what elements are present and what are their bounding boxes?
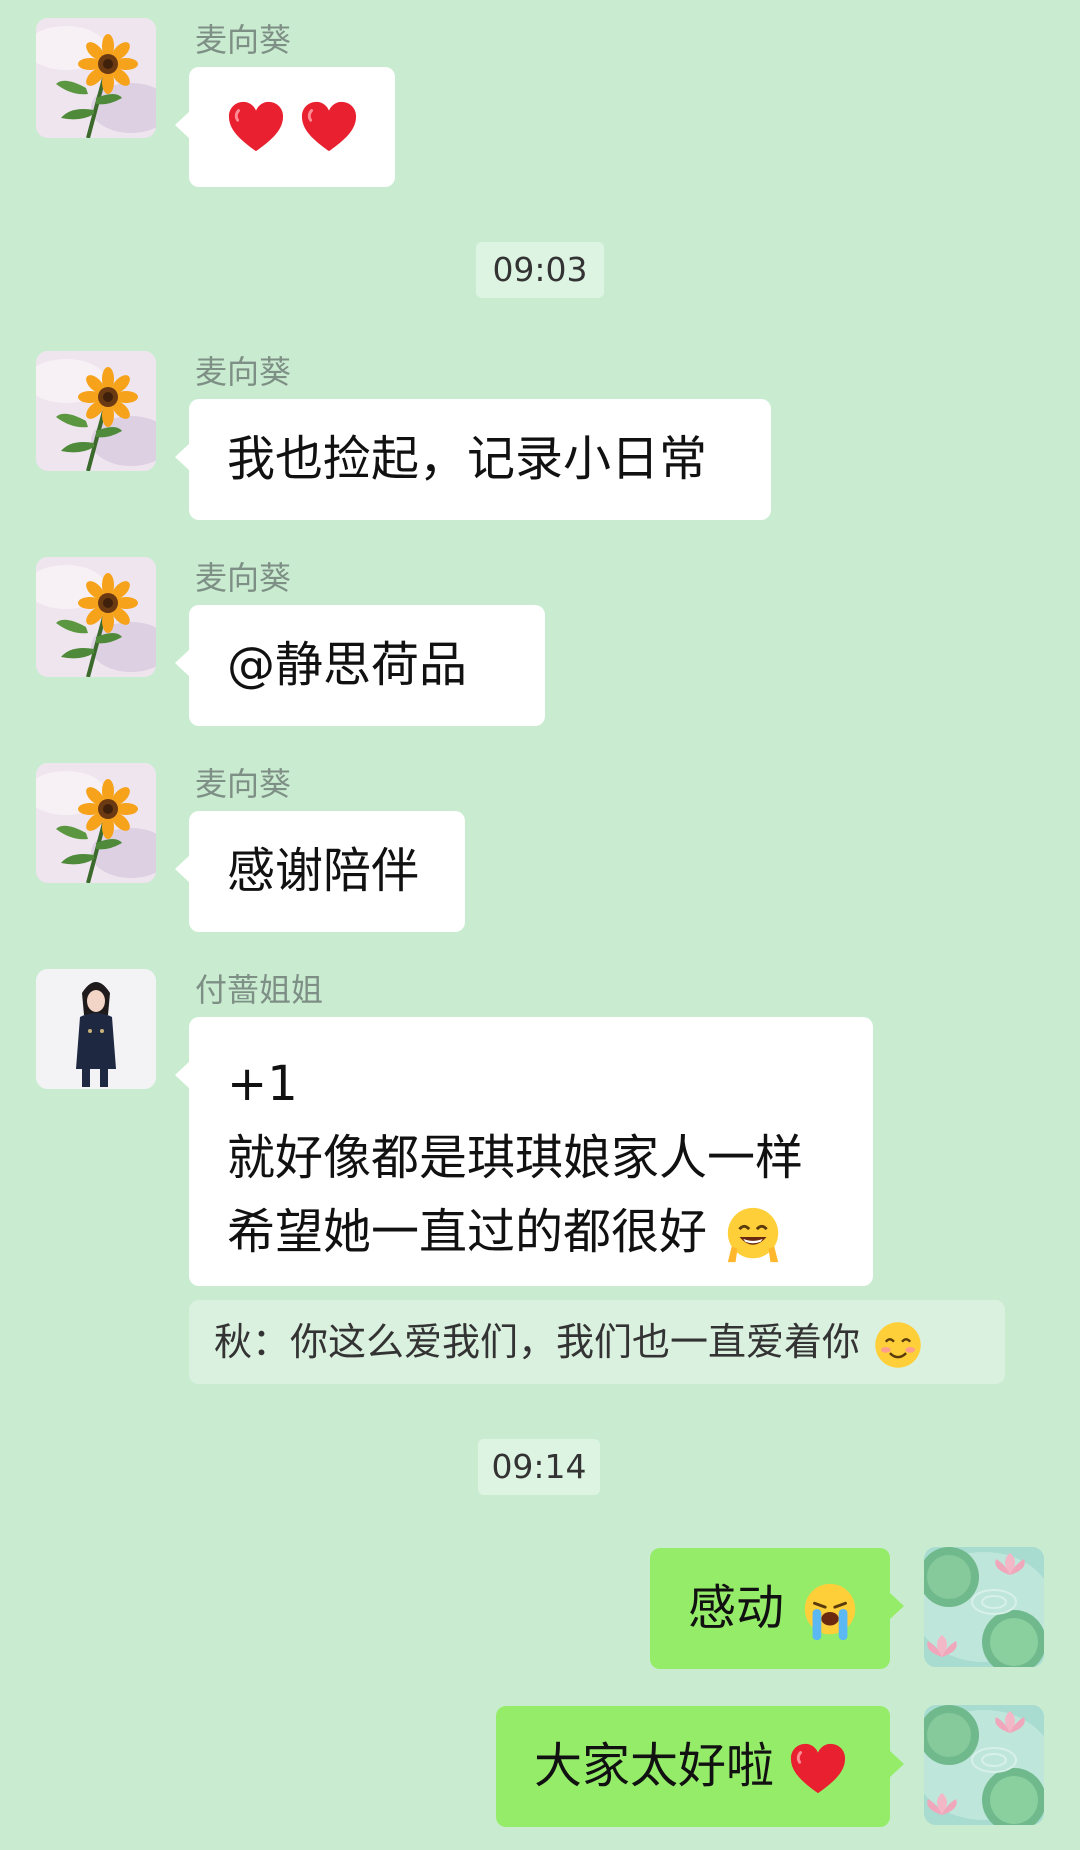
sender-name: 麦向葵: [195, 765, 292, 803]
message-text: 大家太好啦: [534, 1738, 775, 1794]
woman-photo-avatar[interactable]: [36, 969, 156, 1089]
red-heart-icon: [227, 100, 285, 154]
message-bubble[interactable]: @静思荷品: [175, 605, 545, 726]
sunflower-avatar[interactable]: [36, 557, 156, 677]
message-bubble[interactable]: +1 就好像都是琪琪娘家人一样 希望她一直过的都很好: [175, 1017, 873, 1286]
timestamp: 09:03: [476, 242, 604, 298]
message-line: 希望她一直过的都很好: [227, 1204, 708, 1260]
person-photo-icon: [36, 969, 156, 1089]
message-bubble-outgoing[interactable]: 大家太好啦: [496, 1706, 904, 1827]
sunflower-icon: [36, 18, 156, 138]
message-bubble[interactable]: 感谢陪伴: [175, 811, 465, 932]
message-bubble[interactable]: [175, 67, 395, 187]
message-line: 就好像都是琪琪娘家人一样: [227, 1130, 804, 1186]
lotus-icon: [924, 1705, 1044, 1825]
message-bubble-outgoing[interactable]: 感动: [650, 1548, 904, 1669]
lotus-pond-avatar[interactable]: [924, 1547, 1044, 1667]
red-heart-icon: [789, 1742, 847, 1796]
quote-text: 秋：你这么爱我们，我们也一直爱着你: [214, 1320, 861, 1364]
sender-name: 麦向葵: [195, 21, 292, 59]
sunflower-icon: [36, 763, 156, 883]
sender-name: 麦向葵: [195, 559, 292, 597]
sunflower-avatar[interactable]: [36, 763, 156, 883]
quoted-reply[interactable]: 秋：你这么爱我们，我们也一直爱着你: [189, 1300, 1005, 1384]
message-text: 感动: [688, 1580, 785, 1636]
message-text: 感谢陪伴: [227, 843, 420, 899]
loudly-crying-face-emoji: [805, 1583, 856, 1641]
grinning-peace-sign-emoji: [728, 1207, 779, 1263]
smiling-face-emoji: [875, 1321, 921, 1368]
lotus-icon: [924, 1547, 1044, 1667]
timestamp: 09:14: [478, 1439, 600, 1495]
sunflower-avatar[interactable]: [36, 351, 156, 471]
sender-name: 付蔷姐姐: [195, 971, 324, 1009]
message-text: @静思荷品: [227, 637, 468, 693]
message-bubble[interactable]: 我也捡起，记录小日常: [175, 399, 771, 520]
message-line: +1: [227, 1056, 298, 1112]
message-text: 我也捡起，记录小日常: [227, 431, 708, 487]
sunflower-icon: [36, 557, 156, 677]
sunflower-avatar[interactable]: [36, 18, 156, 138]
red-heart-icon: [300, 100, 358, 154]
sender-name: 麦向葵: [195, 353, 292, 391]
lotus-pond-avatar[interactable]: [924, 1705, 1044, 1825]
sunflower-icon: [36, 351, 156, 471]
